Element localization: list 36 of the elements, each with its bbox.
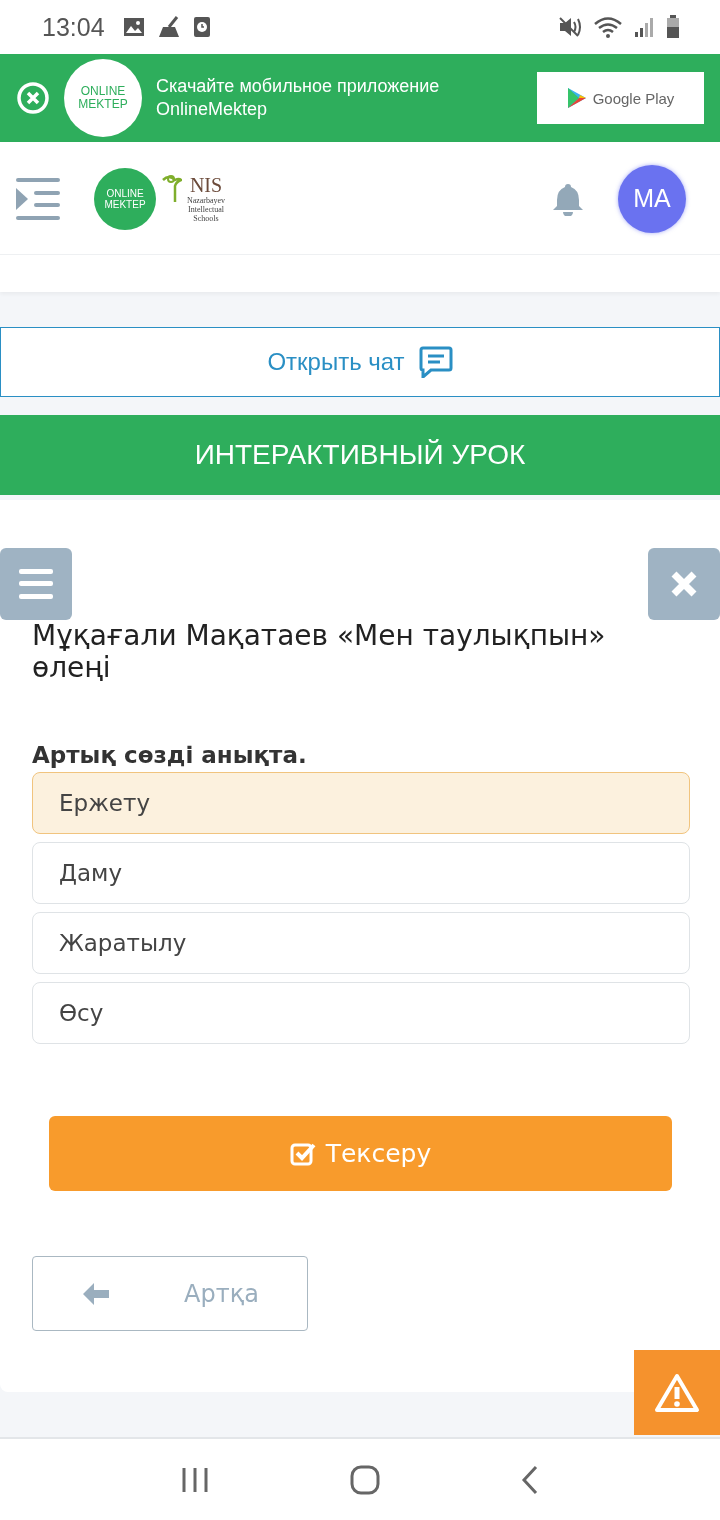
close-button[interactable]: [648, 548, 720, 620]
battery-icon: [666, 15, 680, 39]
recent-apps-icon[interactable]: [180, 1465, 209, 1494]
status-time: 13:04: [42, 12, 105, 42]
user-avatar[interactable]: MA: [618, 164, 686, 233]
app-logo: ONLINE MEKTEP: [64, 59, 142, 137]
menu-button[interactable]: [0, 548, 72, 620]
warning-icon: [654, 1372, 700, 1413]
close-icon[interactable]: [16, 81, 50, 115]
play-store-icon: [566, 87, 587, 109]
clock-icon: [192, 16, 211, 38]
lesson-bar: ИНТЕРАКТИВНЫЙ УРОК: [0, 415, 720, 495]
image-icon: [122, 17, 145, 37]
partner-logo-subtitle: Nazarbayev Intellectual Schools: [185, 196, 227, 223]
question-text: Артық сөзді анықта.: [32, 741, 308, 770]
menu-icon[interactable]: [16, 177, 60, 220]
open-chat-button[interactable]: Открыть чат: [0, 327, 720, 397]
arrow-left-icon: [83, 1282, 109, 1305]
answer-option[interactable]: Ержету: [32, 772, 690, 834]
partner-logo-name: NIS: [189, 174, 223, 196]
close-icon: [670, 570, 698, 598]
report-button[interactable]: [634, 1350, 720, 1435]
chat-icon: [418, 346, 453, 378]
signal-icon: [634, 16, 654, 38]
home-icon[interactable]: [350, 1464, 380, 1495]
answer-option[interactable]: Жаратылу: [32, 912, 690, 974]
answer-option[interactable]: Даму: [32, 842, 690, 904]
mute-icon: [558, 16, 582, 38]
answer-option[interactable]: Өсу: [32, 982, 690, 1044]
wifi-icon: [594, 16, 622, 38]
google-play-button[interactable]: Google Play: [537, 72, 704, 124]
lesson-title: Мұқағали Мақатаев «Мен таулықпын» өлеңі: [32, 620, 607, 684]
menu-icon: [19, 569, 53, 599]
back-icon[interactable]: [521, 1464, 540, 1495]
bell-icon[interactable]: [552, 181, 584, 216]
banner-message: Скачайте мобильное приложение OnlineMektep: [156, 75, 441, 121]
